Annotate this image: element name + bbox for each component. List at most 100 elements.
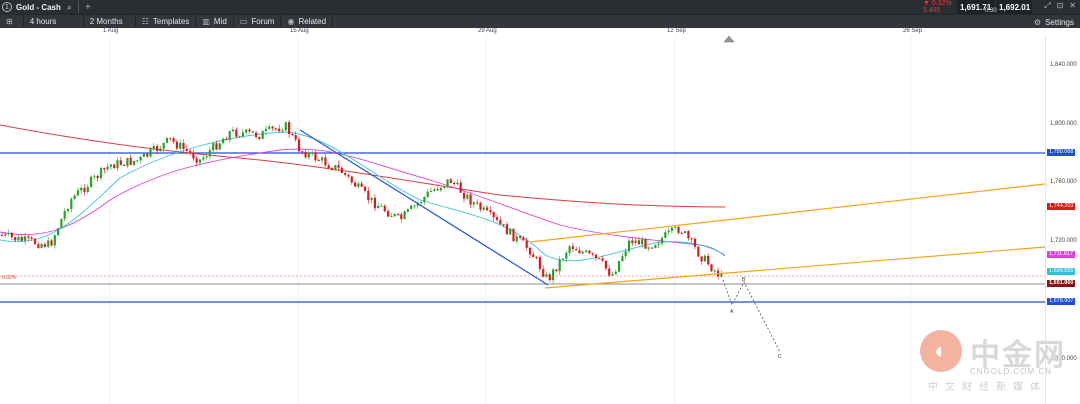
search-icon[interactable]: ⌕ (67, 2, 72, 13)
candle-body (373, 197, 376, 209)
candle-body (654, 244, 657, 249)
price-chart[interactable]: 0.32% A B C (0, 36, 1045, 404)
candle-body (406, 209, 409, 212)
ask-price[interactable]: 1,692.01 (996, 0, 1032, 14)
candle-body (17, 236, 20, 241)
timeframe-select[interactable]: 4 hours (24, 14, 84, 29)
candle-body (192, 152, 195, 159)
watermark: ◐ 中金网 CNGOLD.COM.CN 中文财经新媒体 (920, 328, 1080, 398)
candle-body (30, 237, 33, 239)
candle-body (538, 257, 541, 270)
layout-button[interactable]: ⊞ (0, 14, 24, 29)
related-button[interactable]: ◉ Related (281, 14, 334, 29)
candle-body (123, 164, 126, 166)
settings-button[interactable]: ⚙ Settings (1034, 15, 1074, 29)
candle-body (707, 255, 710, 265)
candle-body (674, 226, 677, 228)
eye-icon: ◉ (287, 17, 295, 26)
candle-body (238, 136, 241, 138)
range-select[interactable]: 2 Months (84, 14, 136, 29)
templates-button[interactable]: ☷ Templates (136, 14, 197, 29)
candle-body (7, 232, 10, 234)
screenshot-icon[interactable]: ⊡ (1057, 1, 1064, 11)
resize-icon[interactable]: ⤢ (1044, 1, 1050, 11)
candle-body (205, 156, 208, 158)
candle-body (621, 256, 624, 262)
candle-body (324, 157, 327, 166)
candle-body (297, 139, 301, 152)
candle-body (591, 253, 594, 255)
candle-body (446, 179, 449, 187)
candle-body (532, 254, 535, 258)
candle-body (57, 228, 60, 236)
candle-body (664, 232, 667, 238)
candle-body (456, 182, 459, 185)
candle-body (255, 132, 258, 138)
price-tick: 1,800.000 (1050, 121, 1077, 127)
info-icon[interactable]: 1 (2, 2, 12, 12)
candle-body (627, 240, 631, 252)
candle-body (558, 259, 561, 272)
candle-body (631, 240, 634, 244)
candle-body (637, 240, 640, 245)
candle-body (670, 227, 673, 231)
candle-body (680, 232, 683, 234)
candle-body (403, 211, 406, 220)
candle-body (136, 160, 139, 162)
cyan-moving-average (0, 131, 726, 262)
candle-body (63, 211, 66, 219)
mid-button[interactable]: ▥ Mid (196, 14, 234, 29)
candle-body (479, 202, 482, 210)
candle-body (528, 247, 532, 255)
candle-body (684, 231, 687, 234)
candle-body (86, 186, 89, 192)
candle-body (667, 230, 670, 233)
candle-body (370, 197, 373, 201)
candle-body (314, 152, 317, 161)
candle-body (363, 186, 367, 191)
candle-body (522, 237, 525, 241)
candle-body (271, 126, 274, 129)
candle-body (525, 240, 528, 248)
candle-body (472, 202, 475, 205)
candle-body (198, 159, 202, 163)
templates-label: Templates (152, 17, 190, 26)
candle-body (212, 143, 215, 151)
candle-body (291, 134, 294, 136)
candle-body (281, 130, 284, 132)
gear-icon: ⚙ (1033, 17, 1042, 27)
close-icon[interactable]: ✕ (1069, 1, 1076, 11)
last-price-tag: 1,691.860 (1047, 280, 1076, 287)
candle-body (439, 187, 442, 191)
candle-body (24, 236, 27, 241)
candle-body (459, 182, 462, 193)
candle-body (499, 219, 502, 225)
candle-body (284, 122, 287, 131)
wave-label-a: A (730, 309, 734, 315)
forum-button[interactable]: ▭ Forum (234, 14, 282, 29)
candle-body (598, 258, 601, 260)
wave-label-b: B (742, 277, 746, 283)
add-tab-icon[interactable]: + (85, 2, 91, 13)
event-marker-icon[interactable] (723, 36, 735, 43)
forum-icon: ▭ (239, 17, 248, 26)
candle-body (476, 202, 479, 204)
candle-body (215, 143, 218, 150)
candle-body (301, 151, 304, 153)
candle-body (618, 261, 621, 272)
candle-body (231, 129, 235, 132)
candle-body (710, 264, 713, 272)
mid-label: Mid (213, 17, 227, 26)
channel-upper-line[interactable] (529, 183, 1045, 243)
candle-body (311, 152, 314, 154)
candle-body (449, 179, 452, 184)
candle-body (179, 143, 182, 149)
candle-body (307, 152, 310, 158)
candle-body (222, 138, 225, 144)
candle-body (248, 129, 251, 132)
candle-body (182, 143, 185, 149)
candle-body (33, 238, 37, 245)
candle-body (360, 183, 363, 187)
candle-body (697, 246, 700, 257)
instrument-title: Gold - Cash (16, 2, 61, 12)
